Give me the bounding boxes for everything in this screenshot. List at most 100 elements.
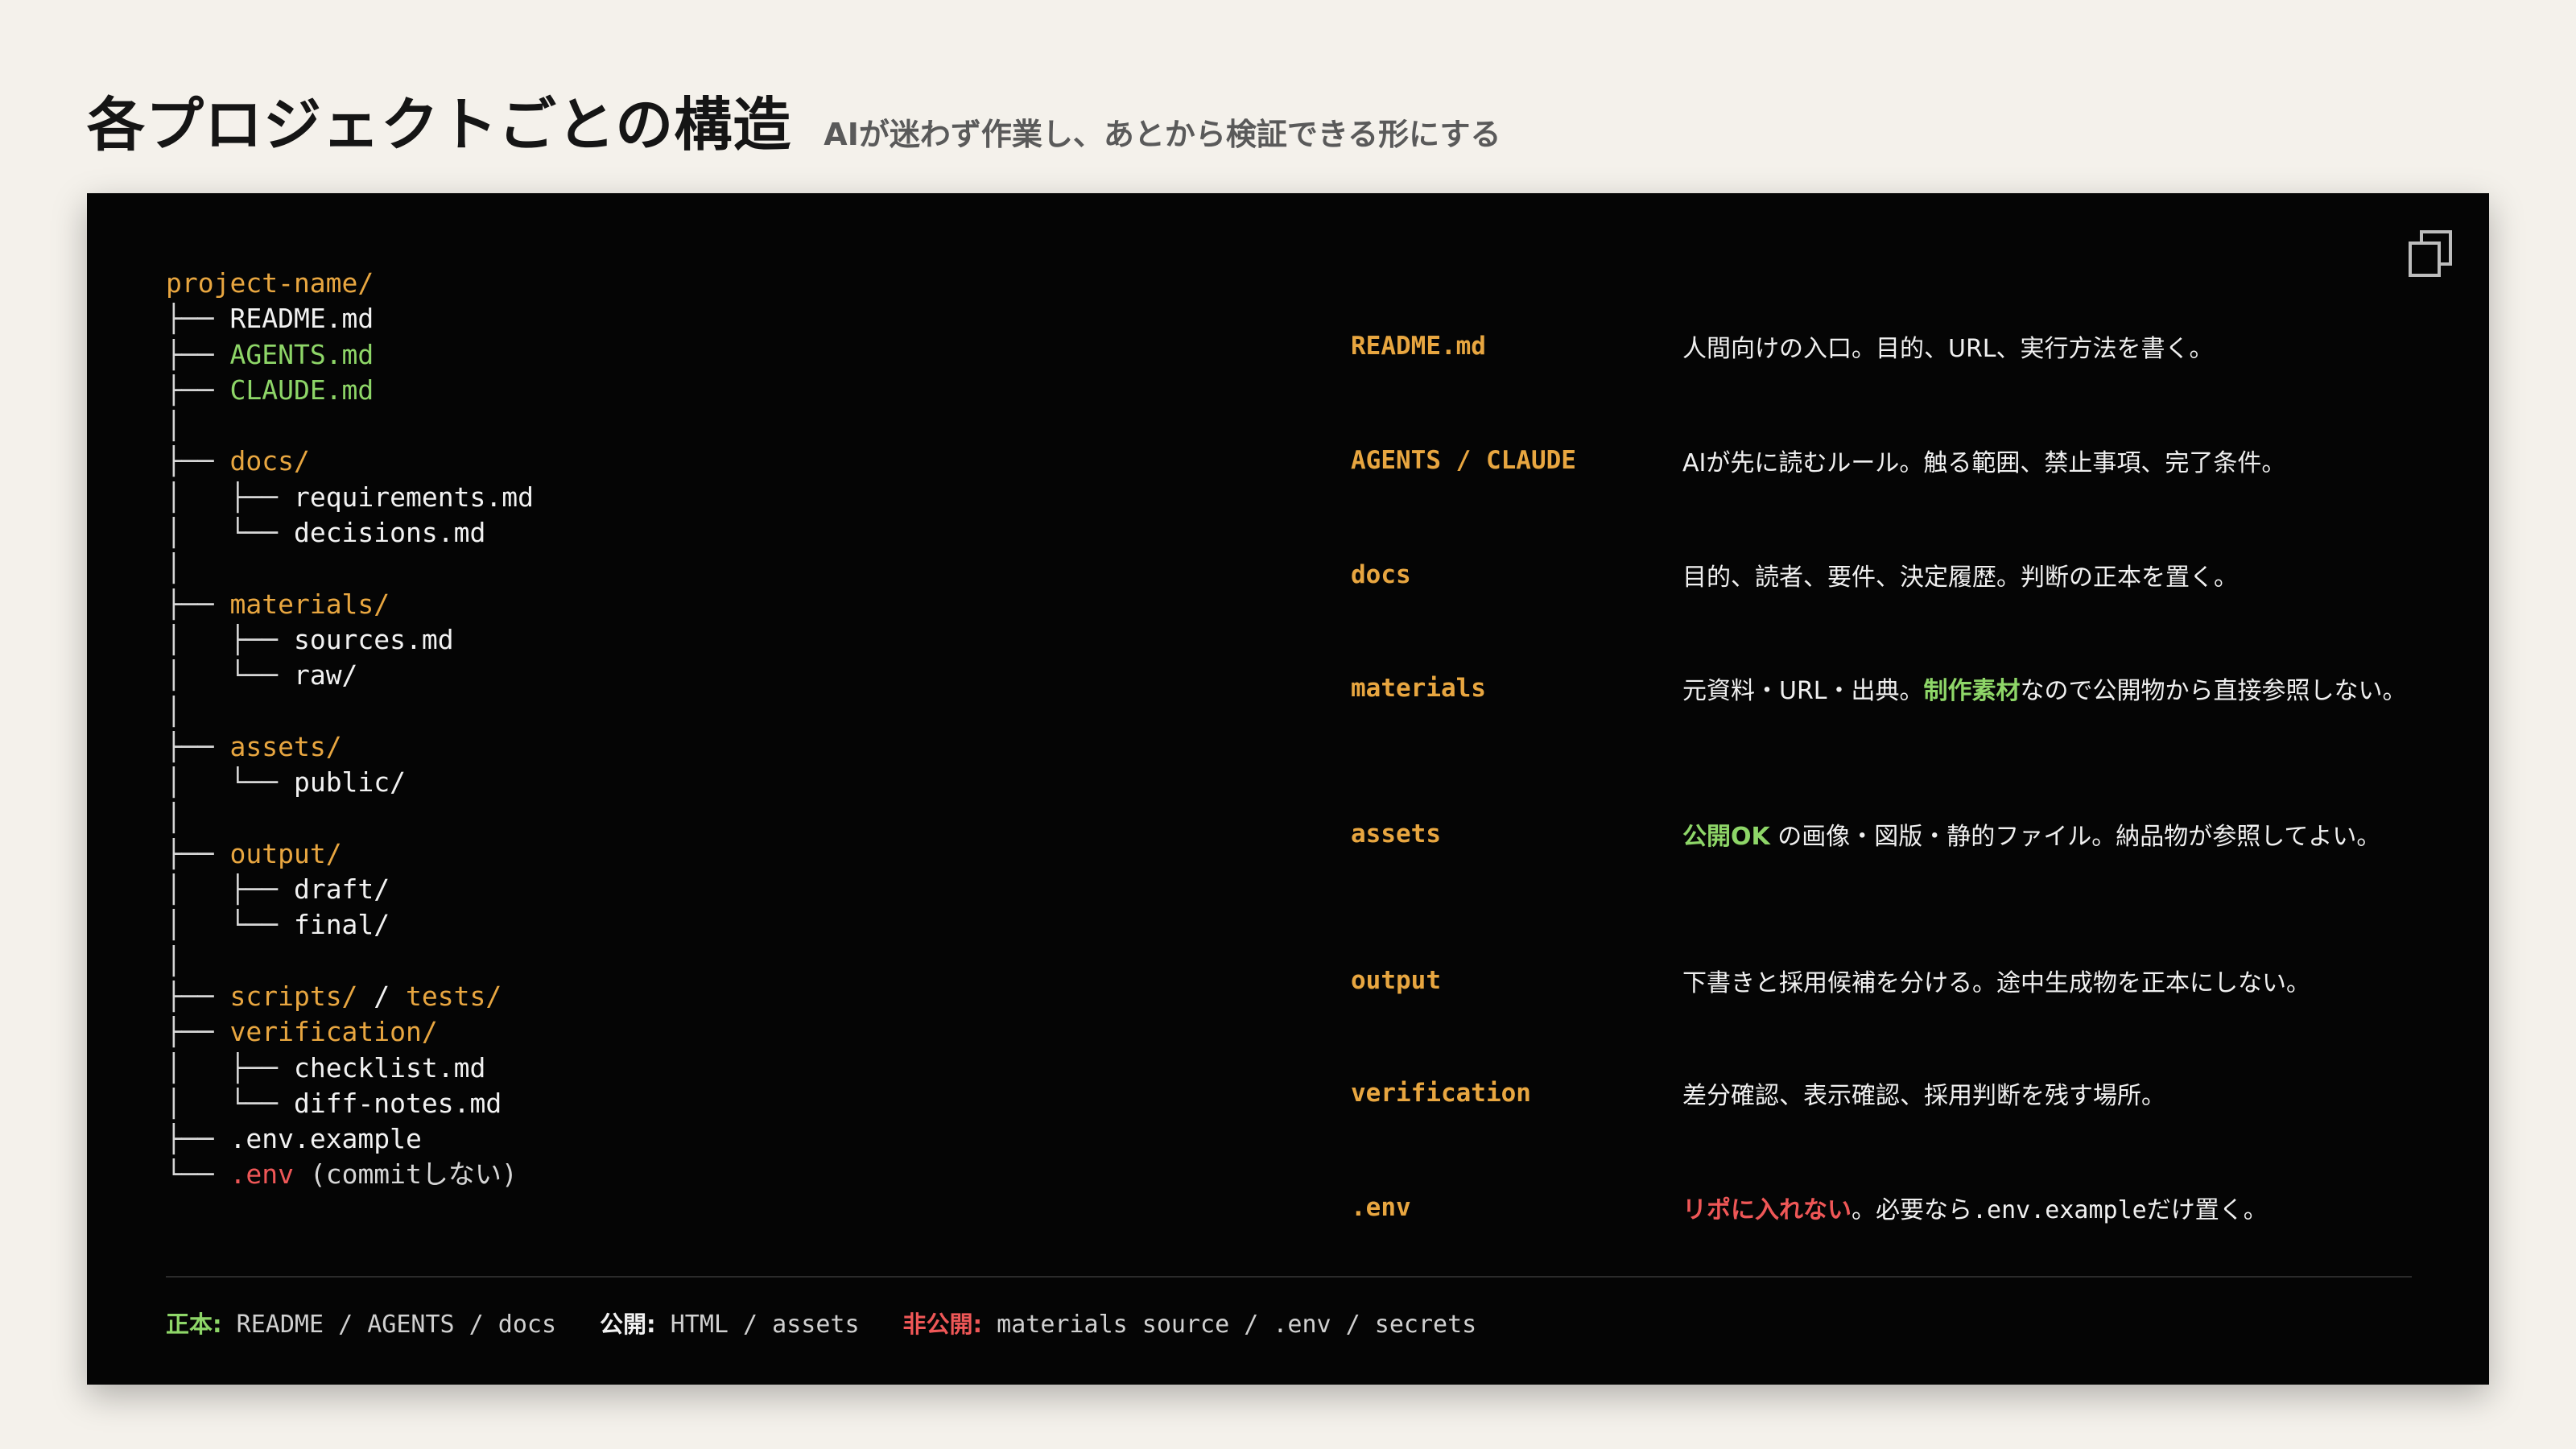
tree-branch: │ bbox=[166, 802, 182, 834]
copy-button[interactable] bbox=[2404, 225, 2458, 280]
tree-branch: ├── bbox=[166, 374, 230, 406]
description-key: .env bbox=[1351, 1193, 1411, 1222]
tree-entry-name: .env.example bbox=[229, 1123, 422, 1155]
tree-line: ├── verification/ bbox=[166, 1014, 534, 1050]
tree-branch: ├── bbox=[166, 730, 230, 762]
tree-branch: │ └── bbox=[166, 909, 294, 941]
tree-line: ├── README.md bbox=[166, 301, 534, 336]
tree-line: │ ├── requirements.md bbox=[166, 480, 534, 515]
tree-entry-name: draft/ bbox=[293, 873, 390, 906]
footer-canonical-label: 正本: bbox=[166, 1311, 222, 1338]
tree-branch: ├── bbox=[166, 1123, 230, 1155]
description-text-part: 下書きと採用候補を分ける。途中生成物を正本にしない。 bbox=[1682, 969, 2310, 997]
tree-entry-name: output/ bbox=[229, 837, 342, 869]
tree-line: ├── scripts/ / tests/ bbox=[166, 979, 534, 1014]
tree-line: project-name/ bbox=[166, 266, 534, 301]
tree-entry-name: decisions.md bbox=[293, 517, 486, 549]
tree-line: │ └── decisions.md bbox=[166, 515, 534, 551]
description-text-part: 元資料・URL・出典。 bbox=[1682, 677, 1924, 705]
tree-branch: │ ├── bbox=[166, 481, 294, 513]
tree-entry-name: diff-notes.md bbox=[293, 1087, 502, 1119]
tree-branch: │ ├── bbox=[166, 623, 294, 655]
tree-line: ├── CLAUDE.md bbox=[166, 373, 534, 408]
tree-branch: ├── bbox=[166, 980, 230, 1012]
tree-line: │ └── raw/ bbox=[166, 658, 534, 693]
title-row: 各プロジェクトごとの構造 AIが迷わず作業し、あとから検証できる形にする bbox=[87, 77, 1501, 162]
footer-public-label: 公開: bbox=[600, 1311, 656, 1338]
page-title: 各プロジェクトごとの構造 bbox=[87, 91, 792, 159]
description-text: リポに入れない。必要なら.env.exampleだけ置く。 bbox=[1682, 1193, 2407, 1228]
tree-line: │ bbox=[166, 408, 534, 444]
description-text-part: だけ置く。 bbox=[2146, 1196, 2268, 1224]
code-panel: project-name/├── README.md ├── AGENTS.md ├… bbox=[87, 193, 2489, 1385]
description-text: 下書きと採用候補を分ける。途中生成物を正本にしない。 bbox=[1682, 966, 2407, 1001]
footer-private-label: 非公開: bbox=[902, 1311, 983, 1338]
footer-private-value: materials source / .env / secrets bbox=[982, 1311, 1477, 1339]
tree-entry-note: (commitしない) bbox=[293, 1158, 518, 1191]
tree-branch: │ └── bbox=[166, 1087, 294, 1119]
tree-entry-name: checklist.md bbox=[293, 1051, 486, 1084]
tree-branch: │ bbox=[166, 944, 182, 976]
tree-entry-name: public/ bbox=[293, 766, 407, 799]
copy-icon bbox=[2409, 230, 2452, 277]
description-text: 元資料・URL・出典。制作素材なので公開物から直接参照しない。 bbox=[1682, 674, 2407, 709]
slide-page: 各プロジェクトごとの構造 AIが迷わず作業し、あとから検証できる形にする pro… bbox=[0, 0, 2576, 1449]
tree-line: ├── output/ bbox=[166, 836, 534, 872]
tree-entry-name: CLAUDE.md bbox=[229, 374, 374, 406]
description-text: AIが先に読むルール。触る範囲、禁止事項、完了条件。 bbox=[1682, 446, 2407, 481]
footer-divider bbox=[166, 1276, 2412, 1278]
tree-branch: ├── bbox=[166, 445, 230, 477]
tree-branch: │ bbox=[166, 695, 182, 727]
tree-branch: ├── bbox=[166, 338, 230, 370]
tree-line: ├── .env.example bbox=[166, 1121, 534, 1157]
tree-branch: └── bbox=[166, 1158, 230, 1191]
description-key: output bbox=[1351, 966, 1441, 995]
tree-line: │ bbox=[166, 551, 534, 586]
directory-tree: project-name/├── README.md ├── AGENTS.md ├… bbox=[166, 266, 534, 1193]
tree-branch: │ bbox=[166, 410, 182, 442]
page-subtitle: AIが迷わず作業し、あとから検証できる形にする bbox=[824, 117, 1501, 152]
description-key: verification bbox=[1351, 1079, 1531, 1108]
tree-branch: │ bbox=[166, 552, 182, 584]
tree-entry-name: requirements.md bbox=[293, 481, 534, 513]
tree-branch: ├── bbox=[166, 1016, 230, 1048]
tree-line: │ ├── checklist.md bbox=[166, 1051, 534, 1086]
description-text-part: 人間向けの入口。目的、URL、実行方法を書く。 bbox=[1682, 335, 2214, 363]
description-text-part: AIが先に読むルール。触る範囲、禁止事項、完了条件。 bbox=[1682, 449, 2286, 477]
tree-branch: ├── bbox=[166, 588, 230, 620]
tree-line: ├── materials/ bbox=[166, 587, 534, 622]
tree-line: │ ├── sources.md bbox=[166, 622, 534, 658]
tree-branch: │ ├── bbox=[166, 1051, 294, 1084]
tree-entry-name: scripts/ bbox=[229, 980, 358, 1012]
description-key: assets bbox=[1351, 819, 1441, 848]
description-text-part: 目的、読者、要件、決定履歴。判断の正本を置く。 bbox=[1682, 564, 2238, 592]
tree-line: │ ├── draft/ bbox=[166, 872, 534, 907]
tree-line: │ └── public/ bbox=[166, 765, 534, 800]
tree-line: ├── AGENTS.md bbox=[166, 337, 534, 373]
tree-branch: │ ├── bbox=[166, 873, 294, 906]
tree-entry-name: final/ bbox=[293, 909, 390, 941]
tree-branch: │ └── bbox=[166, 659, 294, 691]
description-key: materials bbox=[1351, 674, 1486, 703]
description-highlight: リポに入れない bbox=[1682, 1196, 1852, 1224]
tree-line: │ bbox=[166, 943, 534, 979]
tree-line: ├── assets/ bbox=[166, 729, 534, 765]
tree-line: └── .env (commitしない) bbox=[166, 1157, 534, 1192]
tree-entry-name: README.md bbox=[229, 303, 374, 335]
description-text: 人間向けの入口。目的、URL、実行方法を書く。 bbox=[1682, 332, 2407, 367]
tree-line: ├── docs/ bbox=[166, 444, 534, 479]
tree-line: │ bbox=[166, 800, 534, 836]
description-highlight: 制作素材 bbox=[1923, 677, 2021, 705]
tree-entry-name: raw/ bbox=[293, 659, 358, 691]
tree-branch: ├── bbox=[166, 303, 230, 335]
tree-entry-name: tests/ bbox=[406, 980, 502, 1012]
description-text: 目的、読者、要件、決定履歴。判断の正本を置く。 bbox=[1682, 560, 2407, 596]
tree-entry-name: docs/ bbox=[229, 445, 310, 477]
tree-separator: / bbox=[357, 980, 407, 1012]
tree-entry-name: verification/ bbox=[229, 1016, 438, 1048]
description-text: 差分確認、表示確認、採用判断を残す場所。 bbox=[1682, 1079, 2407, 1114]
tree-entry-name: sources.md bbox=[293, 623, 454, 655]
tree-line: │ bbox=[166, 694, 534, 729]
tree-branch: ├── bbox=[166, 837, 230, 869]
description-text-part: 。必要なら bbox=[1852, 1196, 1972, 1224]
